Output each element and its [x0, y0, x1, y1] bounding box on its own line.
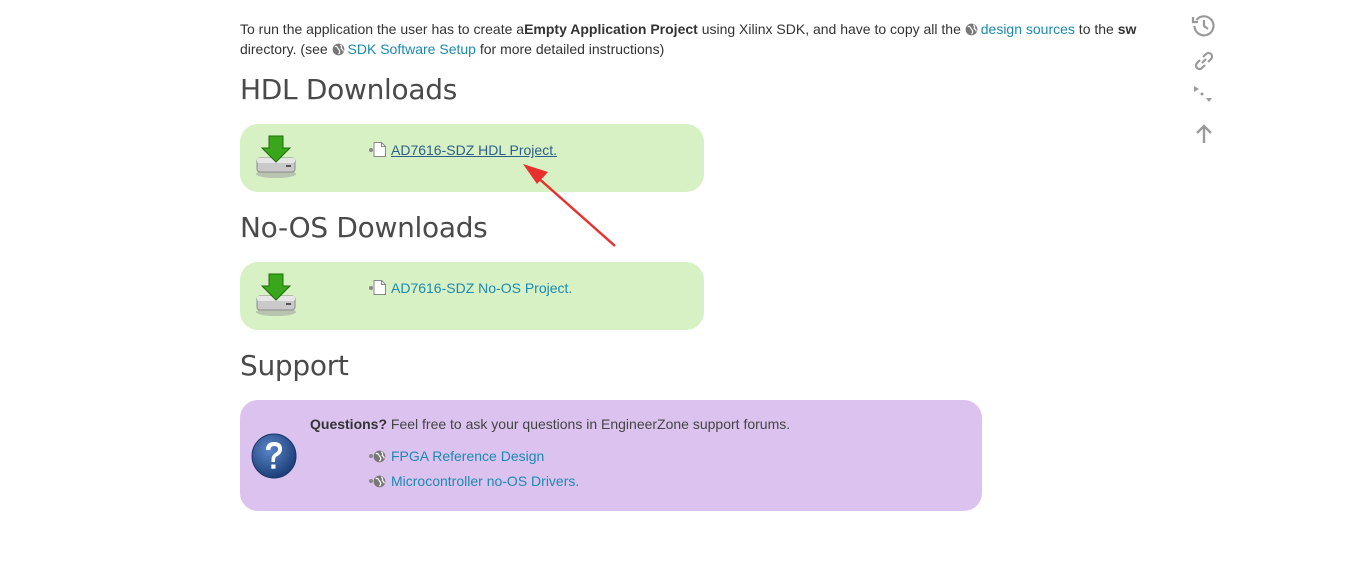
sw-bold: sw	[1117, 21, 1137, 37]
empty-app-project-bold: Empty Application Project	[524, 21, 698, 37]
hdl-download-box: AD7616-SDZ HDL Project.	[240, 124, 704, 192]
toolbar-cut-icon[interactable]	[1188, 0, 1220, 2]
design-sources-link[interactable]: design sources	[981, 21, 1075, 37]
link-icon[interactable]	[1188, 45, 1220, 77]
list-item: AD7616-SDZ No-OS Project.	[368, 278, 572, 298]
fpga-reference-design-link[interactable]: FPGA Reference Design	[391, 448, 544, 464]
list-item: AD7616-SDZ HDL Project.	[369, 140, 557, 160]
support-question: Questions? Feel free to ask your questio…	[310, 416, 791, 432]
back-to-top-icon[interactable]	[1188, 118, 1220, 150]
intro-paragraph: To run the application the user has to c…	[240, 21, 1137, 57]
sdk-software-setup-link[interactable]: SDK Software Setup	[348, 41, 476, 57]
globe-icon	[373, 475, 386, 488]
history-icon[interactable]	[1188, 9, 1220, 41]
noos-project-link[interactable]: AD7616-SDZ No-OS Project.	[391, 280, 572, 296]
globe-icon	[965, 23, 978, 36]
support-heading: Support	[240, 349, 349, 382]
download-drive-icon	[256, 135, 296, 178]
noos-download-list: AD7616-SDZ No-OS Project.	[368, 278, 572, 298]
tree-toggle-icon[interactable]	[1188, 80, 1220, 112]
support-box: Questions? Feel free to ask your questio…	[240, 400, 982, 511]
question-mark-icon	[251, 433, 297, 479]
hdl-project-link[interactable]: AD7616-SDZ HDL Project.	[391, 142, 557, 158]
cut-off-heading: y	[240, 0, 500, 2]
globe-icon	[332, 43, 344, 56]
file-icon	[373, 142, 386, 157]
microcontroller-noos-drivers-link[interactable]: Microcontroller no-OS Drivers.	[391, 473, 579, 489]
hdl-downloads-heading: HDL Downloads	[240, 73, 457, 106]
hdl-download-list: AD7616-SDZ HDL Project.	[369, 140, 557, 160]
page: y To run the application the user has to…	[0, 0, 1347, 574]
support-link-list: FPGA Reference Design Microcontroller no…	[368, 446, 579, 491]
noos-downloads-heading: No-OS Downloads	[240, 211, 488, 244]
globe-icon	[373, 450, 386, 463]
download-drive-icon	[256, 273, 296, 316]
noos-download-box: AD7616-SDZ No-OS Project.	[240, 262, 704, 330]
list-item: FPGA Reference Design	[368, 446, 579, 466]
list-item: Microcontroller no-OS Drivers.	[368, 471, 579, 491]
file-icon	[373, 280, 386, 295]
